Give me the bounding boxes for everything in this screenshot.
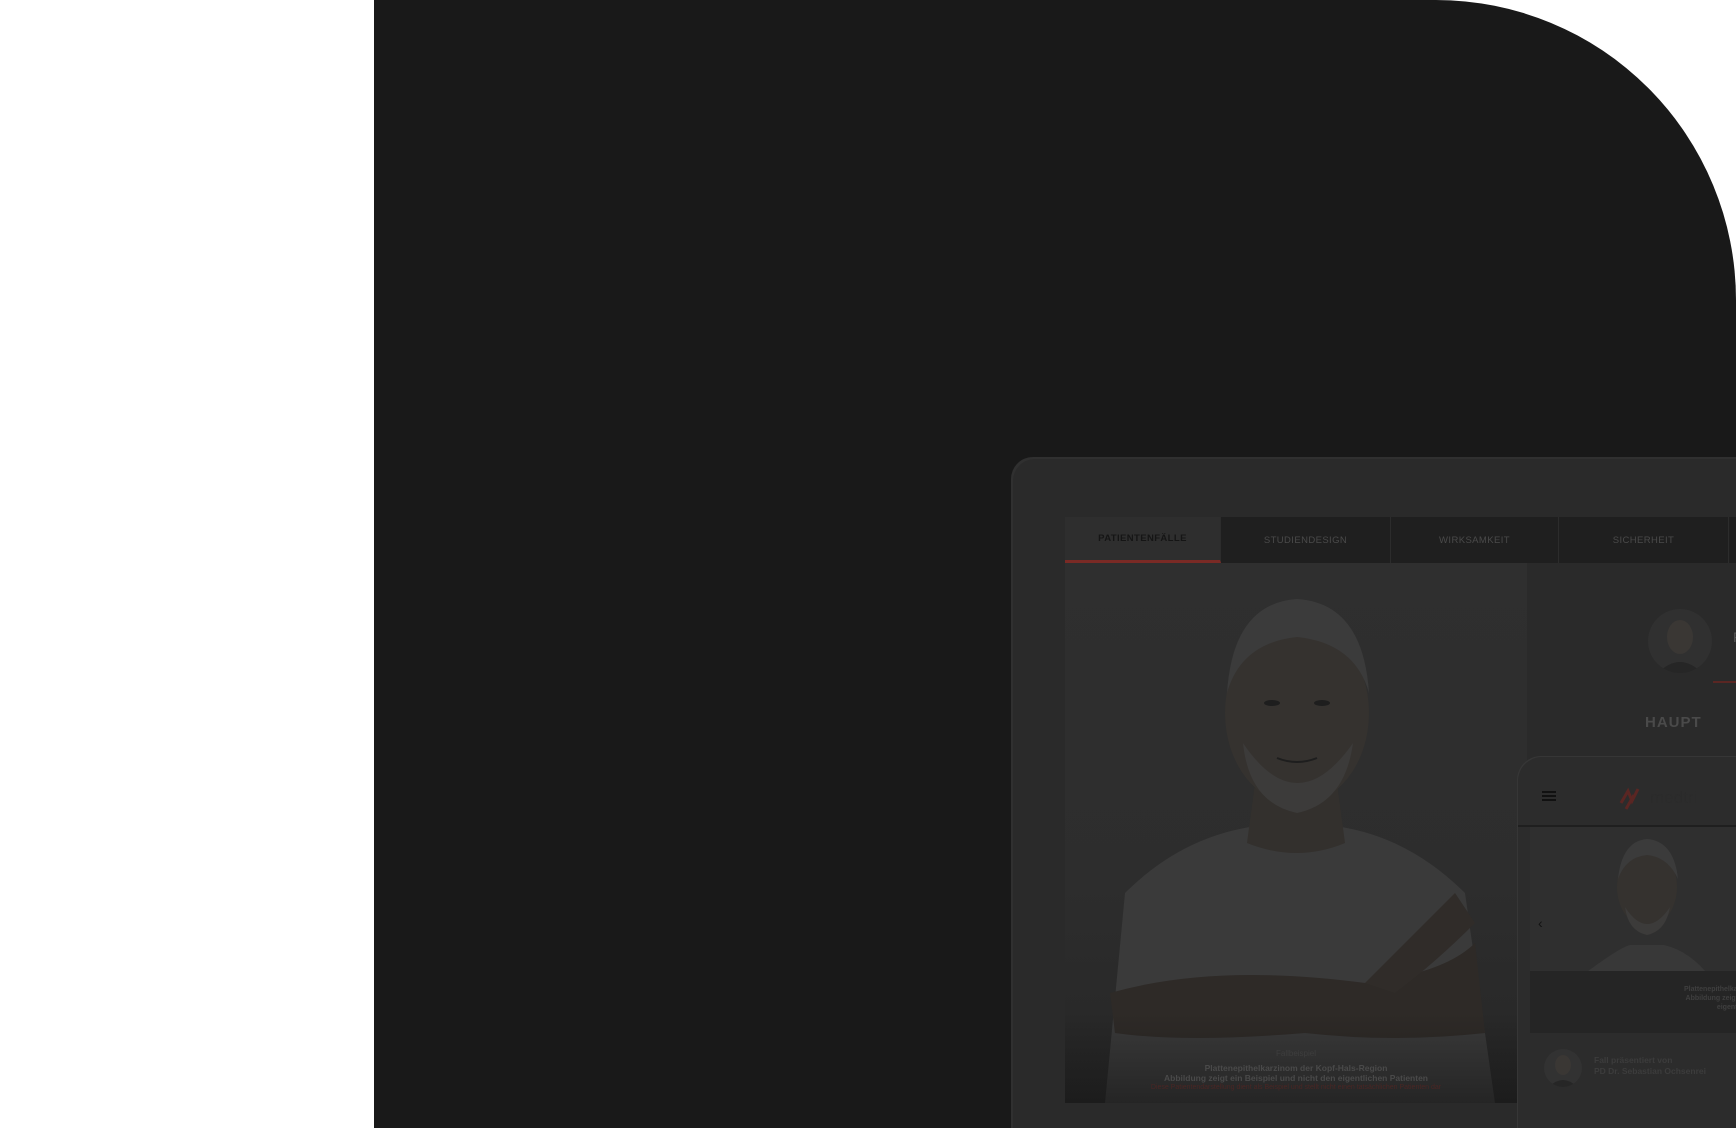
phone-caption-line-1: Plattenepithelkarzinom der Kopf-Hals-Reg bbox=[1683, 986, 1736, 993]
phone-header: medtri bbox=[1518, 757, 1736, 827]
tab-sicherheit[interactable]: SICHERHEIT bbox=[1559, 517, 1729, 563]
caption-title: Plattenepithelkarzinom der Kopf-Hals-Reg… bbox=[1204, 1063, 1388, 1073]
presenter-text: Fall präsentiert von PD Dr. Sebastian Oc… bbox=[1594, 1055, 1706, 1077]
medtri-logo-icon bbox=[1619, 787, 1640, 810]
tab-more[interactable] bbox=[1729, 517, 1736, 563]
presenter-line-2: PD Dr. Sebastian Ochsenrei bbox=[1594, 1066, 1706, 1076]
tab-wirksamkeit[interactable]: WIRKSAMKEIT bbox=[1391, 517, 1559, 563]
phone-caption-line-3: eigentlichen Patienten bbox=[1716, 1004, 1736, 1011]
patient-caption: Fallbeispiel Plattenepithelkarzinom der … bbox=[1065, 1013, 1527, 1103]
tab-studiendesign[interactable]: STUDIENDESIGN bbox=[1221, 517, 1391, 563]
logo-text: medtri bbox=[1650, 788, 1698, 807]
caption-small: Fallbeispiel bbox=[1275, 1049, 1317, 1058]
phone-image-caption: Plattenepithelkarzinom der Kopf-Hals-Reg… bbox=[1530, 971, 1736, 1033]
menu-icon[interactable] bbox=[1542, 791, 1556, 801]
hero-panel: PATIENTENFÄLLE STUDIENDESIGN WIRKSAMKEIT… bbox=[374, 0, 1736, 1128]
phone-logo[interactable]: medtri bbox=[1618, 785, 1697, 811]
red-divider bbox=[1713, 681, 1736, 683]
tab-bar: PATIENTENFÄLLE STUDIENDESIGN WIRKSAMKEIT… bbox=[1065, 517, 1736, 563]
phone-mockup: medtri ‹ Plattenepithelkarzinom der Kopf… bbox=[1518, 757, 1736, 1128]
chevron-left-icon[interactable]: ‹ bbox=[1538, 915, 1543, 931]
caption-subtitle: Abbildung zeigt ein Beispiel und nicht d… bbox=[1164, 1073, 1428, 1083]
phone-caption-line-2: Abbildung zeigt ein Beispiel und nicht d… bbox=[1685, 995, 1736, 1002]
phone-patient-image: ‹ Plattenepithelkarzinom der Kopf-Hals-R… bbox=[1530, 827, 1736, 1033]
presenter-avatar bbox=[1544, 1049, 1582, 1087]
doctor-panel: Fa HAUPT bbox=[1603, 609, 1736, 731]
patient-image: Fallbeispiel Plattenepithelkarzinom der … bbox=[1065, 563, 1527, 1103]
caption-red-note: Diese Patientendarstellung dient als Bei… bbox=[1150, 1084, 1442, 1091]
tab-patientenfaelle[interactable]: PATIENTENFÄLLE bbox=[1065, 517, 1221, 563]
doctor-avatar bbox=[1648, 609, 1712, 673]
presenter-line-1: Fall präsentiert von bbox=[1594, 1055, 1673, 1065]
phone-presenter: Fall präsentiert von PD Dr. Sebastian Oc… bbox=[1530, 1045, 1736, 1095]
doctor-big-label: HAUPT bbox=[1645, 714, 1702, 731]
